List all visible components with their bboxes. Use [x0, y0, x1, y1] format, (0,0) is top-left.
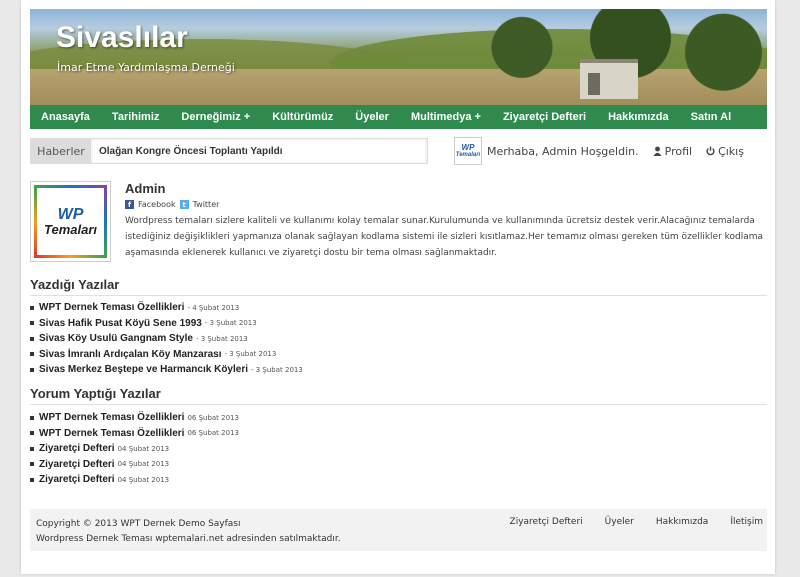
list-item: Ziyaretçi Defteri 04 Şubat 2013 [30, 472, 239, 488]
list-item: Sivas Hafik Pusat Köyü Sene 1993- 3 Şuba… [30, 316, 303, 332]
list-item: WPT Dernek Teması Özellikleri - 4 Şubat 2… [30, 300, 303, 316]
power-icon [706, 146, 715, 156]
post-link[interactable]: Sivas Hafik Pusat Köyü Sene 1993 [39, 318, 202, 329]
profile-link-label: Profil [664, 144, 693, 158]
footer-link-hakkimizda[interactable]: Hakkımızda [656, 517, 708, 527]
author-avatar: WP Temaları [30, 181, 111, 262]
nav-item-anasayfa[interactable]: Anasayfa [30, 111, 101, 123]
footer-link-uyeler[interactable]: Üyeler [605, 517, 634, 527]
comment-date: 04 Şubat 2013 [117, 444, 170, 453]
nav-item-uyeler[interactable]: Üyeler [344, 111, 400, 123]
footer: Copyright © 2013 WPT Dernek Demo Sayfası… [30, 509, 767, 551]
logo-text-wp: WP [461, 142, 475, 152]
post-link[interactable]: Sivas İmranlı Ardıçalan Köy Manzarası [39, 349, 221, 360]
list-item: Sivas İmranlı Ardıçalan Köy Manzarası - 3… [30, 347, 303, 363]
nav-item-tarihimiz[interactable]: Tarihimiz [101, 111, 170, 123]
news-item-link[interactable]: Olağan Kongre Öncesi Toplantı Yapıldı [93, 140, 425, 162]
post-date: - 3 Şubat 2013 [204, 319, 257, 328]
list-item: WPT Dernek Teması Özellikleri 06 Şubat 20… [30, 426, 239, 442]
post-link[interactable]: Sivas Merkez Beştepe ve Harmancık Köyler… [39, 364, 248, 375]
post-date: - 3 Şubat 2013 [224, 350, 277, 359]
comment-date: 04 Şubat 2013 [117, 460, 170, 469]
logout-link[interactable]: Çıkış [706, 145, 744, 158]
logout-link-label: Çıkış [718, 144, 744, 158]
page: Sivaslılar İmar Etme Yardımlaşma Derneği… [21, 0, 775, 574]
footer-link-ziyaretci-defteri[interactable]: Ziyaretçi Defteri [510, 517, 583, 527]
profile-link[interactable]: Profil [653, 145, 692, 158]
list-item: Ziyaretçi Defteri 04 Şubat 2013 [30, 441, 239, 457]
author-bio: Wordpress temaları sizlere kaliteli ve k… [125, 216, 764, 258]
commented-post-link[interactable]: Ziyaretçi Defteri [39, 459, 115, 470]
post-date: - 4 Şubat 2013 [187, 303, 240, 312]
list-item: Sivas Merkez Beştepe ve Harmancık Köyler… [30, 362, 303, 378]
nav-item-kulturumuz[interactable]: Kültürümüz [261, 111, 344, 123]
site-title[interactable]: Sivaslılar [56, 21, 188, 55]
author-name: Admin [125, 181, 166, 196]
list-item: Ziyaretçi Defteri 04 Şubat 2013 [30, 457, 239, 473]
comment-date: 04 Şubat 2013 [117, 475, 170, 484]
nav-item-dernegimiz[interactable]: Derneğimiz + [170, 111, 261, 123]
comments-list: WPT Dernek Teması Özellikleri 06 Şubat 20… [30, 410, 239, 488]
user-avatar[interactable]: WP Temaları [454, 137, 482, 165]
post-link[interactable]: WPT Dernek Teması Özellikleri [39, 302, 184, 313]
facebook-icon: f [125, 200, 134, 209]
user-bar: WP Temaları Merhaba, Admin Hoşgeldin. Pr… [454, 136, 767, 166]
nav-item-hakkimizda[interactable]: Hakkımızda [597, 111, 680, 123]
posts-list: WPT Dernek Teması Özellikleri - 4 Şubat 2… [30, 300, 303, 378]
logo-text-temalari-large: Temaları [44, 222, 97, 237]
user-icon [653, 146, 662, 156]
news-ticker: Haberler Olağan Kongre Öncesi Toplantı Y… [30, 138, 428, 164]
header-banner: Sivaslılar İmar Etme Yardımlaşma Derneği [30, 9, 767, 105]
facebook-link[interactable]: Facebook [138, 200, 176, 209]
news-label: Haberler [31, 139, 91, 163]
twitter-icon: t [179, 200, 189, 209]
nav-item-satin-al[interactable]: Satın Al [680, 111, 743, 123]
commented-post-link[interactable]: Ziyaretçi Defteri [39, 443, 115, 454]
nav-item-multimedya[interactable]: Multimedya + [400, 111, 492, 123]
social-links: f Facebook t Twitter [125, 200, 219, 209]
logo-text-wp-large: WP [57, 206, 84, 223]
post-date: - 3 Şubat 2013 [251, 365, 303, 374]
main-nav: Anasayfa Tarihimiz Derneğimiz + Kültürüm… [30, 105, 767, 129]
comment-date: 06 Şubat 2013 [187, 429, 239, 438]
nav-item-ziyaretci-defteri[interactable]: Ziyaretçi Defteri [492, 111, 597, 123]
post-date: - 3 Şubat 2013 [195, 334, 248, 343]
footer-links: Ziyaretçi Defteri Üyeler Hakkımızda İlet… [510, 517, 763, 527]
commented-post-link[interactable]: Ziyaretçi Defteri [39, 474, 115, 485]
welcome-text: Merhaba, Admin Hoşgeldin. [487, 144, 639, 158]
list-item: Sivas Köy Usulü Gangnam Style - 3 Şubat 2… [30, 331, 303, 347]
logo-text-temalari: Temaları [455, 151, 481, 158]
credit-text: Wordpress Dernek Teması wptemalari.net a… [36, 534, 341, 544]
list-item: WPT Dernek Teması Özellikleri 06 Şubat 20… [30, 410, 239, 426]
footer-link-iletisim[interactable]: İletişim [730, 517, 763, 527]
site-description: İmar Etme Yardımlaşma Derneği [57, 61, 235, 74]
post-link[interactable]: Sivas Köy Usulü Gangnam Style [39, 333, 193, 344]
comment-date: 06 Şubat 2013 [187, 413, 239, 422]
wp-temalari-logo: WP Temaları [34, 185, 107, 258]
comments-section-title: Yorum Yaptığı Yazılar [30, 386, 767, 405]
twitter-link[interactable]: Twitter [193, 200, 220, 209]
commented-post-link[interactable]: WPT Dernek Teması Özellikleri [39, 428, 184, 439]
copyright-text: Copyright © 2013 WPT Dernek Demo Sayfası [36, 519, 241, 529]
posts-section-title: Yazdığı Yazılar [30, 277, 767, 296]
commented-post-link[interactable]: WPT Dernek Teması Özellikleri [39, 412, 184, 423]
footer-text: Copyright © 2013 WPT Dernek Demo Sayfası… [36, 517, 341, 547]
